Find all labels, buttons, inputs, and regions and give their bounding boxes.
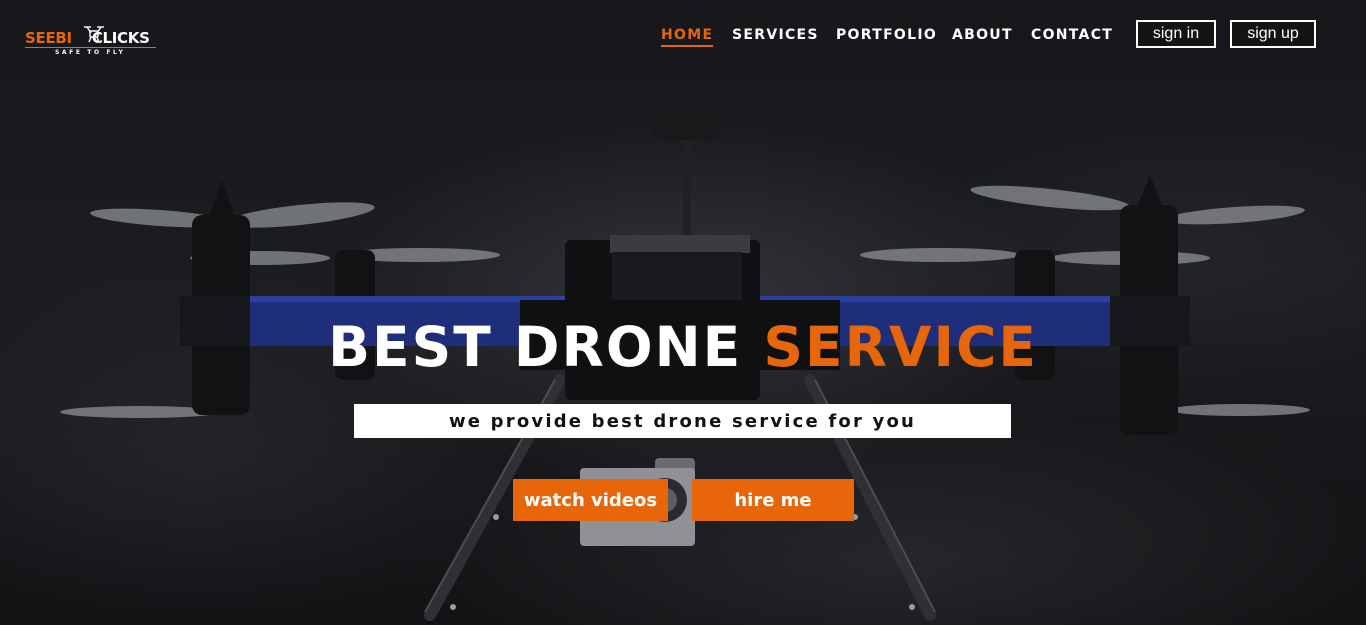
nav-item-services[interactable]: SERVICES: [732, 27, 819, 43]
headline-white-part: BEST DRONE: [328, 315, 743, 379]
nav-item-contact[interactable]: CONTACT: [1031, 27, 1113, 43]
nav-item-portfolio[interactable]: PORTFOLIO: [836, 27, 937, 43]
brand-name-left: SEEBI: [25, 29, 72, 47]
sign-in-button[interactable]: sign in: [1136, 20, 1216, 48]
drone-icon: [84, 26, 104, 43]
brand-logo[interactable]: SEEBI CLICKS SAFE TO FLY: [25, 24, 160, 60]
hero-headline: BEST DRONE SERVICE: [0, 312, 1366, 382]
sign-up-button[interactable]: sign up: [1230, 20, 1316, 48]
nav-item-about[interactable]: ABOUT: [952, 27, 1013, 43]
logo-underline: [25, 47, 156, 48]
headline-accent-part: SERVICE: [763, 315, 1038, 379]
watch-videos-button[interactable]: watch videos: [513, 479, 668, 521]
nav-item-home[interactable]: HOME: [661, 27, 714, 47]
hero-subheadline: we provide best drone service for you: [354, 404, 1011, 438]
hire-me-button[interactable]: hire me: [692, 479, 854, 521]
brand-tagline: SAFE TO FLY: [55, 49, 126, 56]
